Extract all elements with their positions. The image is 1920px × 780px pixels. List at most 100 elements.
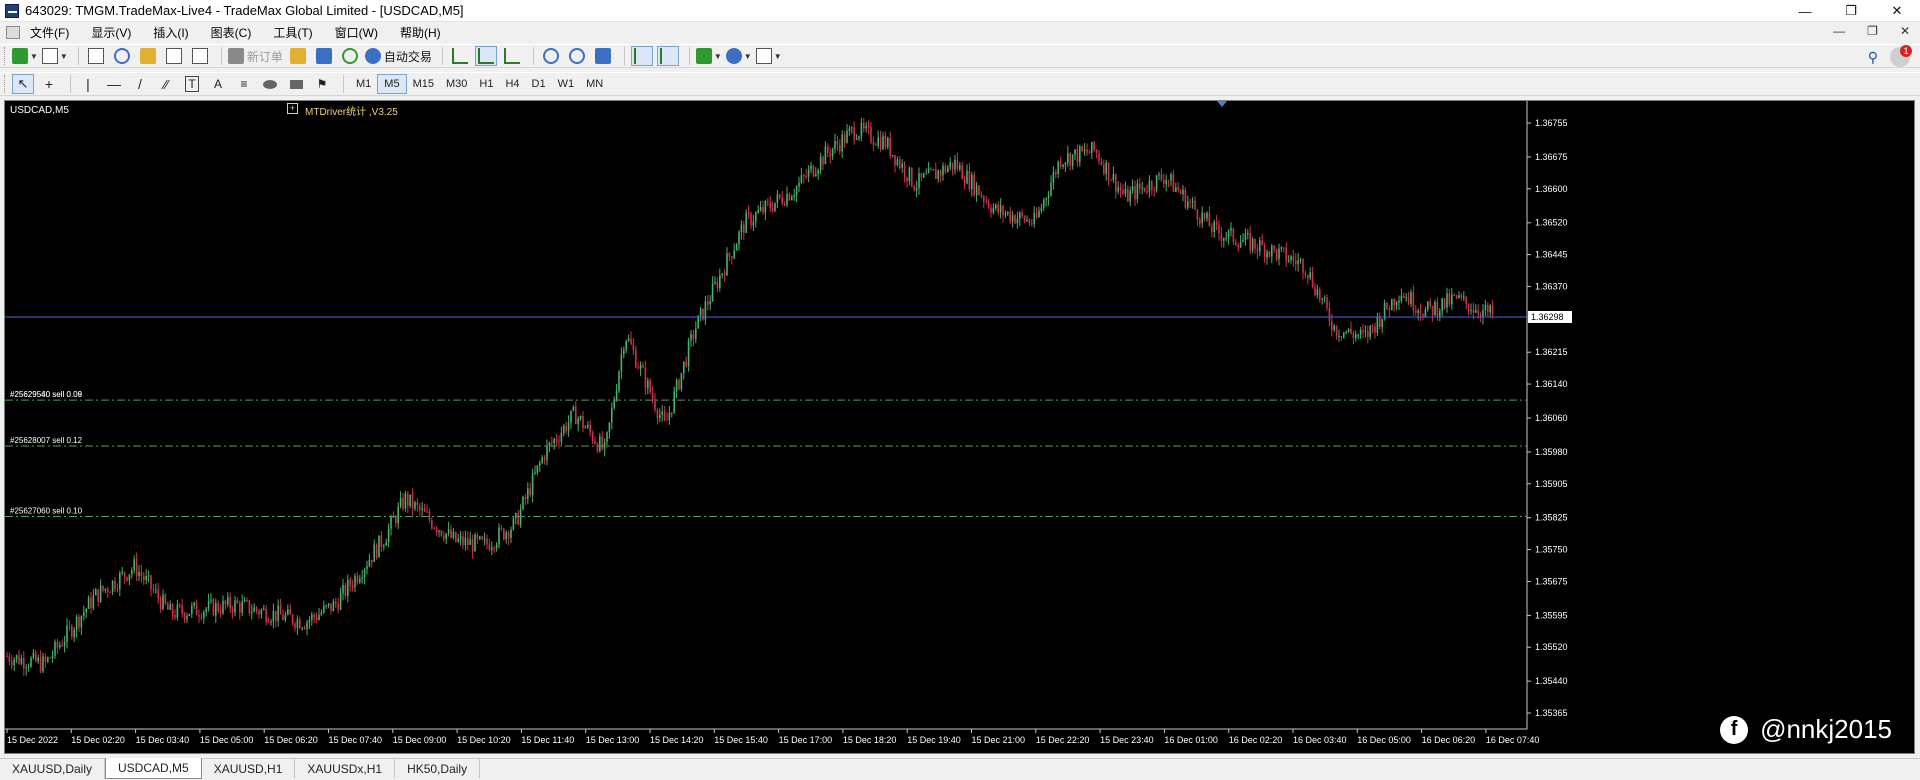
candle-body xyxy=(128,574,131,581)
timeframe-h4[interactable]: H4 xyxy=(499,74,525,94)
new-order-button[interactable]: 新订单 xyxy=(227,46,283,66)
mdi-minimize-button[interactable]: — xyxy=(1833,24,1845,38)
profiles-button[interactable]: ▼ xyxy=(41,46,68,66)
new-chart-button[interactable]: ▼ xyxy=(12,46,38,66)
mdi-close-button[interactable]: ✕ xyxy=(1900,24,1910,38)
price-axis-label: 1.35520 xyxy=(1535,642,1568,652)
candle-body xyxy=(623,349,625,355)
minimize-button[interactable]: — xyxy=(1782,0,1828,22)
zoom-in-button[interactable] xyxy=(540,46,562,66)
search-icon[interactable]: ⚲ xyxy=(1868,49,1878,66)
candle-body xyxy=(752,221,755,226)
toolbar-grip[interactable] xyxy=(4,47,7,65)
trendline-button[interactable]: / xyxy=(129,74,151,94)
tab-xauusd-daily[interactable]: XAUUSD,Daily xyxy=(0,759,106,779)
timeframe-w1[interactable]: W1 xyxy=(552,74,581,94)
ellipse-icon xyxy=(263,79,277,89)
candle-body xyxy=(457,538,459,542)
candle-body xyxy=(793,195,795,197)
tab-usdcad-m5[interactable]: USDCAD,M5 xyxy=(105,758,202,779)
cursor-button[interactable]: ↖ xyxy=(12,74,34,94)
timeframe-h1[interactable]: H1 xyxy=(473,74,499,94)
arrow-button[interactable]: ⚑ xyxy=(311,74,333,94)
menu-tools[interactable]: 工具(T) xyxy=(273,24,312,41)
candlesticks-button[interactable] xyxy=(474,46,497,66)
mdi-restore-button[interactable]: ❐ xyxy=(1867,24,1878,38)
tile-windows-button[interactable] xyxy=(592,46,614,66)
candle-body xyxy=(1124,188,1127,195)
tab-xauusd-h1[interactable]: XAUUSD,H1 xyxy=(202,759,296,779)
price-axis-label: 1.36600 xyxy=(1535,184,1568,194)
chart-shift-button[interactable] xyxy=(656,46,679,66)
market-watch-button[interactable] xyxy=(85,46,107,66)
maximize-button[interactable]: ❐ xyxy=(1828,0,1874,22)
candle-body xyxy=(1319,289,1321,300)
candle-body xyxy=(1194,200,1196,210)
crosshair-button[interactable]: + xyxy=(38,74,60,94)
candle-body xyxy=(440,530,443,536)
line-chart-button[interactable] xyxy=(501,46,523,66)
templates-button[interactable]: ▼ xyxy=(755,46,782,66)
auto-trading-button[interactable]: 自动交易 xyxy=(364,46,432,66)
zoom-out-button[interactable] xyxy=(566,46,588,66)
menu-insert[interactable]: 插入(I) xyxy=(153,24,188,41)
candle-body xyxy=(913,186,915,191)
candle-body xyxy=(1345,332,1347,334)
timeframe-m5[interactable]: M5 xyxy=(377,74,407,94)
line-chart-icon xyxy=(503,48,520,64)
text-label-button[interactable]: A xyxy=(207,74,229,94)
candle-body xyxy=(1112,173,1115,181)
metaeditor-button[interactable] xyxy=(287,46,309,66)
tab-xauusdx-h1[interactable]: XAUUSDx,H1 xyxy=(295,759,396,779)
candle-body xyxy=(539,462,541,466)
indicators-button[interactable]: ▼ xyxy=(695,46,722,66)
data-window-button[interactable] xyxy=(111,46,133,66)
chart-window-icon[interactable] xyxy=(6,25,20,39)
close-button[interactable]: ✕ xyxy=(1874,0,1920,22)
candle-body xyxy=(572,406,575,411)
timeframe-mn[interactable]: MN xyxy=(580,74,609,94)
candle-body xyxy=(486,538,488,545)
time-axis-label: 15 Dec 11:40 xyxy=(521,735,574,745)
timeframe-m30[interactable]: M30 xyxy=(440,74,473,94)
menu-window[interactable]: 窗口(W) xyxy=(335,24,378,41)
vertical-line-button[interactable]: | xyxy=(77,74,99,94)
candle-body xyxy=(534,472,536,474)
candle-body xyxy=(635,350,637,368)
menu-charts[interactable]: 图表(C) xyxy=(211,24,252,41)
candle-body xyxy=(577,418,579,425)
candle-body xyxy=(1455,294,1458,298)
candle-body xyxy=(61,645,63,647)
menu-help[interactable]: 帮助(H) xyxy=(400,24,441,41)
text-button[interactable]: T xyxy=(181,74,203,94)
candle-body xyxy=(745,212,747,233)
bar-chart-button[interactable] xyxy=(449,46,471,66)
price-chart[interactable]: 1.36755 1.36675 1.36600 1.36520 1.36445 1.363… xyxy=(4,100,1915,754)
chart-canvas[interactable]: 1.36755 1.36675 1.36600 1.36520 1.36445 1.363… xyxy=(5,101,1915,754)
toolbar-grip[interactable] xyxy=(4,75,7,93)
terminal-button[interactable] xyxy=(163,46,185,66)
candle-body xyxy=(891,154,894,157)
tab-hk50-daily[interactable]: HK50,Daily xyxy=(395,759,481,779)
equidistant-channel-button[interactable]: ∕∕ xyxy=(155,74,177,94)
signals-button[interactable] xyxy=(339,46,361,66)
candle-body xyxy=(1079,146,1081,163)
community-button[interactable] xyxy=(313,46,335,66)
rectangle-button[interactable] xyxy=(285,74,307,94)
navigator-button[interactable] xyxy=(137,46,159,66)
menu-view[interactable]: 显示(V) xyxy=(91,24,131,41)
auto-scroll-button[interactable] xyxy=(630,46,653,66)
horizontal-line-button[interactable]: — xyxy=(103,74,125,94)
timeframe-d1[interactable]: D1 xyxy=(526,74,552,94)
fibonacci-button[interactable]: ≡ xyxy=(233,74,255,94)
periods-button[interactable]: ▼ xyxy=(725,46,752,66)
timeframe-m1[interactable]: M1 xyxy=(350,74,377,94)
menu-file[interactable]: 文件(F) xyxy=(30,24,69,41)
ellipse-button[interactable] xyxy=(259,74,281,94)
timeframe-m15[interactable]: M15 xyxy=(407,74,440,94)
candle-body xyxy=(747,212,750,214)
candle-body xyxy=(411,494,414,509)
strategy-tester-button[interactable] xyxy=(189,46,211,66)
candle-body xyxy=(1369,325,1371,338)
indicator-expand-icon[interactable]: + xyxy=(287,103,298,114)
